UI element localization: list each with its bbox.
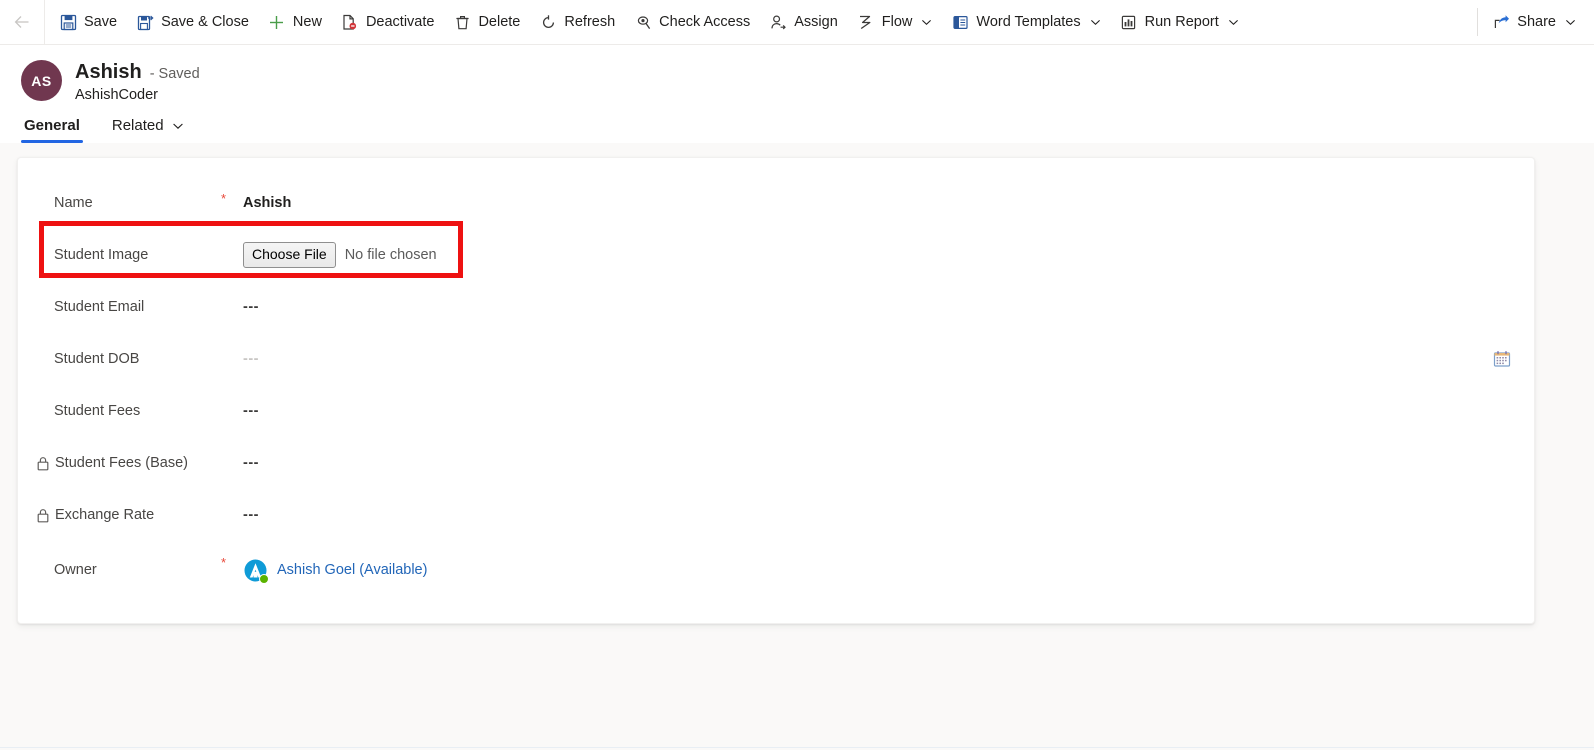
- flow-button[interactable]: Flow: [847, 0, 942, 45]
- presence-indicator: [259, 573, 269, 584]
- assign-user-icon: [768, 12, 788, 32]
- form-tabs: General Related: [0, 103, 1594, 143]
- avatar: AS: [21, 60, 62, 101]
- share-button[interactable]: Share: [1482, 0, 1594, 45]
- choose-file-button[interactable]: Choose File: [243, 242, 336, 268]
- refresh-button[interactable]: Refresh: [529, 0, 624, 45]
- chevron-down-icon: [921, 17, 932, 28]
- new-button[interactable]: New: [258, 0, 331, 45]
- word-templates-button[interactable]: Word Templates: [941, 0, 1109, 45]
- field-row-owner: Owner * Ashish Goel (Available): [18, 541, 1534, 599]
- delete-button[interactable]: Delete: [443, 0, 529, 45]
- field-value-student-fees-base: ---: [243, 455, 259, 471]
- run-report-icon: [1119, 12, 1139, 32]
- field-value-exchange-rate: ---: [243, 507, 259, 523]
- field-value-name[interactable]: Ashish: [243, 195, 291, 211]
- flow-icon: [856, 12, 876, 32]
- tab-general-label: General: [24, 117, 80, 134]
- flow-label: Flow: [881, 13, 913, 30]
- deactivate-icon: [340, 12, 360, 32]
- chevron-down-icon: [1228, 17, 1239, 28]
- record-title-line: Ashish - Saved: [75, 60, 200, 84]
- save-button[interactable]: Save: [45, 0, 126, 45]
- entity-name: AshishCoder: [75, 87, 159, 103]
- owner-avatar: [243, 558, 269, 584]
- field-row-student-email: Student Email ---: [18, 281, 1534, 333]
- check-access-icon: [633, 12, 653, 32]
- deactivate-button[interactable]: Deactivate: [331, 0, 444, 45]
- plus-icon: [267, 12, 287, 32]
- field-row-name: Name * Ashish: [18, 177, 1534, 229]
- field-label-name: Name: [54, 195, 93, 211]
- calendar-icon[interactable]: [1492, 349, 1512, 369]
- check-access-label: Check Access: [659, 13, 751, 30]
- save-and-close-button[interactable]: Save & Close: [126, 0, 258, 45]
- tab-related[interactable]: Related: [109, 117, 187, 143]
- word-templates-icon: [950, 12, 970, 32]
- refresh-label: Refresh: [564, 13, 616, 30]
- record-header: AS Ashish - Saved AshishCoder General Re…: [0, 45, 1594, 143]
- chevron-down-icon: [1565, 17, 1576, 28]
- field-value-student-image: Choose File No file chosen: [243, 242, 437, 268]
- form-card: Name * Ashish Student Image Choose File …: [17, 157, 1535, 624]
- file-input-control[interactable]: Choose File No file chosen: [243, 242, 437, 268]
- assign-button[interactable]: Assign: [759, 0, 847, 45]
- share-divider: [1477, 8, 1479, 36]
- avatar-initials: AS: [31, 72, 52, 89]
- required-marker-owner: *: [221, 555, 227, 570]
- deactivate-label: Deactivate: [365, 13, 435, 30]
- save-and-close-icon: [135, 12, 155, 32]
- field-row-student-fees-base: Student Fees (Base) ---: [18, 437, 1534, 489]
- page-title: Ashish: [75, 61, 142, 83]
- chevron-down-icon: [172, 120, 184, 132]
- field-label-student-fees: Student Fees: [54, 403, 141, 419]
- new-label: New: [292, 13, 322, 30]
- field-value-owner: Ashish Goel (Available): [243, 558, 427, 584]
- field-label-exchange-rate: Exchange Rate: [37, 507, 221, 523]
- delete-label: Delete: [478, 13, 521, 30]
- share-label: Share: [1517, 13, 1556, 30]
- check-access-button[interactable]: Check Access: [624, 0, 759, 45]
- field-row-student-image: Student Image Choose File No file chosen: [18, 229, 1534, 281]
- field-label-student-fees-base-text: Student Fees (Base): [55, 455, 188, 471]
- record-identity: AS Ashish - Saved AshishCoder: [0, 55, 1594, 103]
- share-icon: [1491, 12, 1511, 32]
- run-report-button[interactable]: Run Report: [1110, 0, 1248, 45]
- required-marker-name: *: [221, 191, 227, 206]
- field-label-student-email: Student Email: [54, 299, 145, 315]
- field-label-student-dob: Student DOB: [54, 351, 140, 367]
- refresh-icon: [538, 12, 558, 32]
- word-templates-label: Word Templates: [976, 13, 1081, 30]
- save-icon: [58, 12, 78, 32]
- save-status: - Saved: [149, 66, 200, 82]
- field-value-student-fees[interactable]: ---: [243, 403, 259, 419]
- field-row-student-dob: Student DOB ---: [18, 333, 1534, 385]
- run-report-label: Run Report: [1144, 13, 1219, 30]
- field-value-student-email[interactable]: ---: [243, 299, 259, 315]
- chevron-down-icon: [1090, 17, 1101, 28]
- trash-icon: [452, 12, 472, 32]
- tab-related-label: Related: [111, 117, 164, 134]
- save-and-close-label: Save & Close: [161, 13, 249, 30]
- field-row-student-fees: Student Fees ---: [18, 385, 1534, 437]
- command-bar-items: Save Save & Close New Deactivate Delete …: [45, 0, 1248, 45]
- owner-link[interactable]: Ashish Goel (Available): [277, 562, 427, 578]
- save-label: Save: [84, 13, 118, 30]
- record-title-block: Ashish - Saved AshishCoder: [75, 58, 200, 103]
- file-status-text: No file chosen: [344, 246, 437, 263]
- lock-icon: [36, 508, 50, 523]
- field-value-student-dob[interactable]: ---: [243, 351, 259, 367]
- lock-icon: [36, 456, 50, 471]
- form-area: Name * Ashish Student Image Choose File …: [0, 143, 1594, 731]
- tab-general[interactable]: General: [21, 117, 83, 143]
- command-bar: Save Save & Close New Deactivate Delete …: [0, 0, 1594, 45]
- assign-label: Assign: [794, 13, 838, 30]
- field-label-exchange-rate-text: Exchange Rate: [55, 507, 155, 523]
- field-row-exchange-rate: Exchange Rate ---: [18, 489, 1534, 541]
- field-label-student-image: Student Image: [54, 247, 149, 263]
- field-label-student-fees-base: Student Fees (Base): [37, 455, 221, 471]
- back-button[interactable]: [0, 0, 44, 44]
- field-label-owner: Owner: [54, 562, 97, 578]
